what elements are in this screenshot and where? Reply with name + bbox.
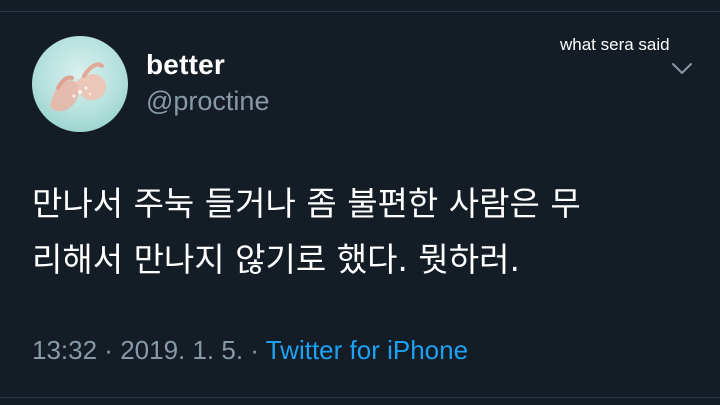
tweet-date[interactable]: 2019. 1. 5. <box>120 335 243 365</box>
hands-in-water-avatar-icon <box>32 36 128 132</box>
user-handle[interactable]: @proctine <box>146 86 269 117</box>
tweet-time[interactable]: 13:32 <box>32 335 97 365</box>
tweet-text: 만나서 주눅 들거나 좀 불편한 사람은 무 리해서 만나지 않기로 했다. 뭣… <box>32 176 692 288</box>
avatar[interactable] <box>32 36 128 132</box>
top-divider <box>0 11 720 12</box>
tweet-text-line-1: 만나서 주눅 들거나 좀 불편한 사람은 무 <box>32 184 581 223</box>
display-name[interactable]: better <box>146 49 225 81</box>
meta-separator: · <box>243 335 266 365</box>
tweet-text-line-2: 리해서 만나지 않기로 했다. 뭣하러. <box>32 240 520 279</box>
chevron-down-icon[interactable] <box>670 58 694 78</box>
tweet-meta: 13:32 · 2019. 1. 5. · Twitter for iPhone <box>32 335 468 366</box>
caption-overlay: what sera said <box>560 35 670 54</box>
meta-separator: · <box>97 335 121 365</box>
tweet-source-link[interactable]: Twitter for iPhone <box>266 335 468 365</box>
tweet-screenshot: better @proctine what sera said 만나서 주눅 들… <box>0 0 720 405</box>
bottom-divider <box>0 397 720 398</box>
